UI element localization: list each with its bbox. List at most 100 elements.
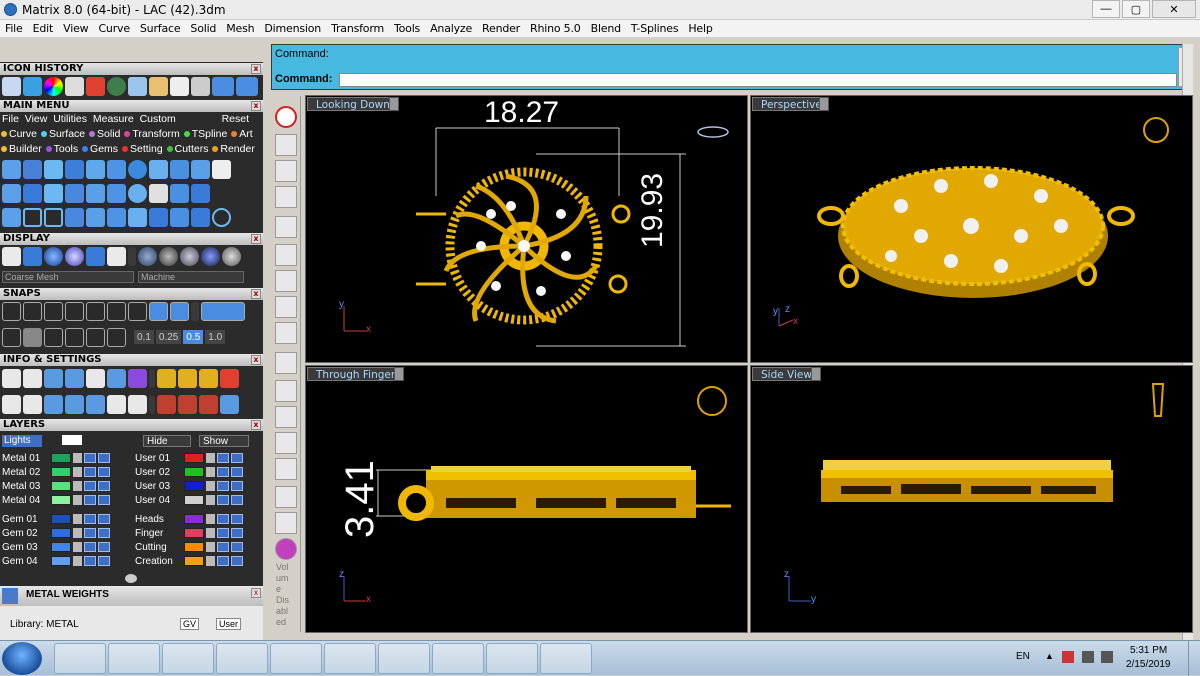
- mm-tspline[interactable]: TSpline: [192, 128, 228, 140]
- layer-row[interactable]: Gem 02: [0, 527, 110, 539]
- snap-value[interactable]: 0.25: [155, 330, 182, 344]
- menu-transform[interactable]: Transform: [326, 22, 389, 35]
- back-arrow-icon[interactable]: [212, 77, 234, 96]
- layer-row[interactable]: Metal 03: [0, 480, 110, 492]
- tool-icon[interactable]: [65, 160, 84, 179]
- mm-surface[interactable]: Surface: [49, 128, 85, 140]
- layer-toggle[interactable]: [84, 542, 96, 552]
- axis-icon[interactable]: [275, 186, 297, 208]
- snap-value[interactable]: 0.1: [134, 330, 154, 344]
- lock-icon[interactable]: [206, 528, 215, 538]
- tool-icon[interactable]: [149, 160, 168, 179]
- layer-toggle[interactable]: [231, 467, 243, 477]
- snap-icon[interactable]: [65, 302, 84, 321]
- layer-toggle[interactable]: [84, 514, 96, 524]
- tool-icon[interactable]: [128, 369, 147, 388]
- gv-button[interactable]: GV: [180, 618, 200, 630]
- mm-transform[interactable]: Transform: [132, 128, 179, 140]
- cube-icon[interactable]: [275, 270, 297, 292]
- tool-icon[interactable]: [107, 395, 126, 414]
- tool-icon[interactable]: [149, 208, 168, 227]
- menu-tsplines[interactable]: T-Splines: [626, 22, 683, 35]
- clock-time[interactable]: 5:31 PM: [1130, 645, 1167, 656]
- tool-icon[interactable]: [86, 247, 105, 266]
- ie-icon[interactable]: [54, 643, 106, 674]
- close-icon[interactable]: x: [251, 101, 261, 111]
- tool-icon[interactable]: [2, 184, 21, 203]
- tool-icon[interactable]: [23, 160, 42, 179]
- layer-toggle[interactable]: [98, 467, 110, 477]
- layer-row[interactable]: Finger: [133, 527, 243, 539]
- layer-toggle[interactable]: [217, 542, 229, 552]
- layer-color-swatch[interactable]: [51, 514, 71, 524]
- layer-toggle[interactable]: [98, 556, 110, 566]
- lock-icon[interactable]: [206, 542, 215, 552]
- user-button[interactable]: User: [216, 618, 242, 630]
- menu-surface[interactable]: Surface: [135, 22, 186, 35]
- lights-layer[interactable]: Lights: [2, 435, 42, 447]
- layer-color-swatch[interactable]: [184, 514, 204, 524]
- layer-row[interactable]: Cutting: [133, 541, 243, 553]
- menu-rhino[interactable]: Rhino 5.0: [525, 22, 586, 35]
- grid-icon[interactable]: [2, 328, 21, 347]
- tool-icon[interactable]: [191, 160, 210, 179]
- tray-icon[interactable]: [1062, 651, 1074, 663]
- tool-icon[interactable]: [199, 369, 218, 388]
- mm-file[interactable]: File: [2, 113, 19, 125]
- globe-icon[interactable]: [275, 160, 297, 182]
- mm-gems[interactable]: Gems: [90, 143, 118, 155]
- menu-tools[interactable]: Tools: [389, 22, 425, 35]
- viewport-perspective[interactable]: Perspective y z x: [750, 95, 1193, 363]
- lock-icon[interactable]: [73, 453, 82, 463]
- tool-icon[interactable]: [191, 184, 210, 203]
- lock-icon[interactable]: [206, 556, 215, 566]
- shaded-icon[interactable]: [44, 247, 63, 266]
- menu-file[interactable]: File: [0, 22, 28, 35]
- volume-icon[interactable]: [1101, 651, 1113, 663]
- tool-icon[interactable]: [157, 395, 176, 414]
- mm-view[interactable]: View: [25, 113, 48, 125]
- language-indicator[interactable]: EN: [1016, 651, 1030, 662]
- mm-render[interactable]: Render: [220, 143, 254, 155]
- material-icon[interactable]: [138, 247, 157, 266]
- snap-value[interactable]: 1.0: [205, 330, 226, 344]
- lock-icon[interactable]: [206, 495, 215, 505]
- layer-row[interactable]: Metal 02: [0, 466, 110, 478]
- menu-edit[interactable]: Edit: [28, 22, 59, 35]
- layer-toggle[interactable]: [84, 556, 96, 566]
- tool-icon[interactable]: [128, 395, 147, 414]
- layer-color-swatch[interactable]: [51, 453, 71, 463]
- snap-icon[interactable]: [23, 302, 42, 321]
- tool-icon[interactable]: [44, 328, 63, 347]
- tool-icon[interactable]: [23, 328, 42, 347]
- layer-color-swatch[interactable]: [51, 467, 71, 477]
- move-icon[interactable]: [275, 216, 297, 238]
- tool-icon[interactable]: [44, 369, 63, 388]
- tool-icon[interactable]: [107, 160, 126, 179]
- tool-icon[interactable]: [23, 395, 42, 414]
- layer-toggle[interactable]: [217, 495, 229, 505]
- tool-icon[interactable]: [199, 395, 218, 414]
- tool-icon[interactable]: [44, 160, 63, 179]
- close-icon[interactable]: x: [251, 588, 261, 598]
- forward-arrow-icon[interactable]: [236, 77, 258, 96]
- layer-toggle[interactable]: [217, 556, 229, 566]
- pan-icon[interactable]: [275, 134, 297, 156]
- tool-icon[interactable]: [65, 395, 84, 414]
- gem-icon[interactable]: [23, 184, 42, 203]
- menu-analyze[interactable]: Analyze: [425, 22, 477, 35]
- reset-button[interactable]: Reset: [222, 113, 249, 125]
- lock-icon[interactable]: [73, 542, 82, 552]
- menu-view[interactable]: View: [58, 22, 93, 35]
- mm-solid[interactable]: Solid: [97, 128, 120, 140]
- tool-icon[interactable]: [65, 184, 84, 203]
- lock-icon[interactable]: [73, 556, 82, 566]
- command-input[interactable]: [339, 73, 1177, 87]
- menu-solid[interactable]: Solid: [185, 22, 221, 35]
- layer-toggle[interactable]: [231, 481, 243, 491]
- tool-icon[interactable]: [107, 247, 126, 266]
- layer-row[interactable]: Gem 01: [0, 513, 110, 525]
- tool-icon[interactable]: [157, 369, 176, 388]
- folder-icon[interactable]: [149, 77, 168, 96]
- mm-cutters[interactable]: Cutters: [175, 143, 209, 155]
